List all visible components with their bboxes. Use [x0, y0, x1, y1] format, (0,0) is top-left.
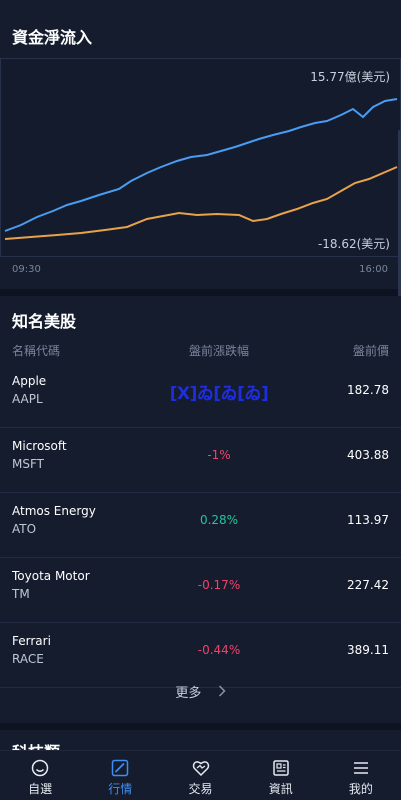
trade-icon — [192, 761, 209, 777]
tab-news[interactable]: 資訊 — [241, 751, 321, 800]
tab-label: 行情 — [108, 782, 133, 796]
tab-label: 我的 — [348, 782, 373, 796]
inflow-line — [4, 98, 398, 232]
us-stocks-title: 知名美股 — [12, 312, 77, 331]
stock-code: AAPL — [12, 392, 43, 406]
tab-trade[interactable]: 交易 — [160, 751, 240, 800]
chart-max-label: 15.77億(美元) — [310, 70, 390, 84]
stock-row-ato[interactable]: Atmos Energy ATO 0.28% 113.97 — [0, 493, 401, 558]
menu-icon — [353, 762, 368, 774]
time-end-label: 16:00 — [359, 264, 388, 275]
more-button[interactable]: 更多 — [0, 682, 401, 701]
stock-price: 389.11 — [347, 643, 389, 657]
tab-label: 資訊 — [268, 782, 293, 796]
stock-row-msft[interactable]: Microsoft MSFT -1% 403.88 — [0, 428, 401, 493]
stock-change: 0.28% — [199, 513, 239, 527]
stock-code: ATO — [12, 522, 37, 536]
stock-change: -1% — [207, 448, 231, 462]
stock-row-tm[interactable]: Toyota Motor TM -0.17% 227.42 — [0, 558, 401, 623]
fund-flow-title: 資金淨流入 — [12, 28, 93, 47]
stock-price: 403.88 — [347, 448, 389, 462]
column-header-name: 名稱代碼 — [12, 344, 61, 358]
time-start-label: 09:30 — [12, 264, 41, 275]
stock-price: 227.42 — [347, 578, 389, 592]
stock-change: -0.17% — [197, 578, 241, 592]
chevron-right-icon — [218, 685, 226, 701]
news-icon — [272, 760, 289, 776]
tab-label: 自選 — [28, 782, 53, 796]
fund-flow-chart[interactable]: 15.77億(美元) -18.62(美元) — [0, 58, 401, 257]
stock-name: Ferrari — [12, 634, 51, 648]
tab-label: 交易 — [188, 782, 213, 796]
stock-name: Apple — [12, 374, 47, 388]
stock-name: Toyota Motor — [12, 569, 90, 583]
column-header-change[interactable]: 盤前漲跌幅 — [189, 342, 249, 359]
stock-price: 113.97 — [347, 513, 389, 527]
more-label: 更多 — [175, 686, 202, 701]
stock-name: Atmos Energy — [12, 504, 96, 518]
chart-min-label: -18.62(美元) — [317, 237, 390, 251]
tab-profile[interactable]: 我的 — [321, 751, 401, 800]
us-stocks-section: 知名美股 名稱代碼 盤前漲跌幅 盤前價 Apple AAPL [X]ゐ[ゐ[ゐ]… — [0, 296, 401, 723]
fund-flow-chart-svg — [4, 98, 398, 240]
fund-flow-section: 資金淨流入 15.77億(美元) -18.62(美元) 09:30 16:00 — [0, 0, 401, 289]
stock-row-race[interactable]: Ferrari RACE -0.44% 389.11 — [0, 623, 401, 688]
stock-row-aapl[interactable]: Apple AAPL [X]ゐ[ゐ[ゐ] 182.78 — [0, 363, 401, 428]
stock-code: TM — [12, 587, 30, 601]
stock-change: -0.44% — [197, 643, 241, 657]
stock-change-overlay: [X]ゐ[ゐ[ゐ] — [169, 384, 269, 404]
bottom-tab-bar: 自選 行情 交易 資訊 我的 — [0, 750, 401, 800]
stock-price: 182.78 — [347, 383, 389, 397]
chart-icon — [112, 759, 129, 777]
stock-code: MSFT — [12, 457, 44, 471]
smile-icon — [31, 759, 49, 777]
tab-watchlist[interactable]: 自選 — [0, 751, 80, 800]
outflow-line — [4, 166, 398, 240]
tab-market[interactable]: 行情 — [80, 751, 160, 800]
column-header-price[interactable]: 盤前價 — [353, 342, 389, 359]
stock-name: Microsoft — [12, 439, 67, 453]
stock-code: RACE — [12, 652, 44, 666]
